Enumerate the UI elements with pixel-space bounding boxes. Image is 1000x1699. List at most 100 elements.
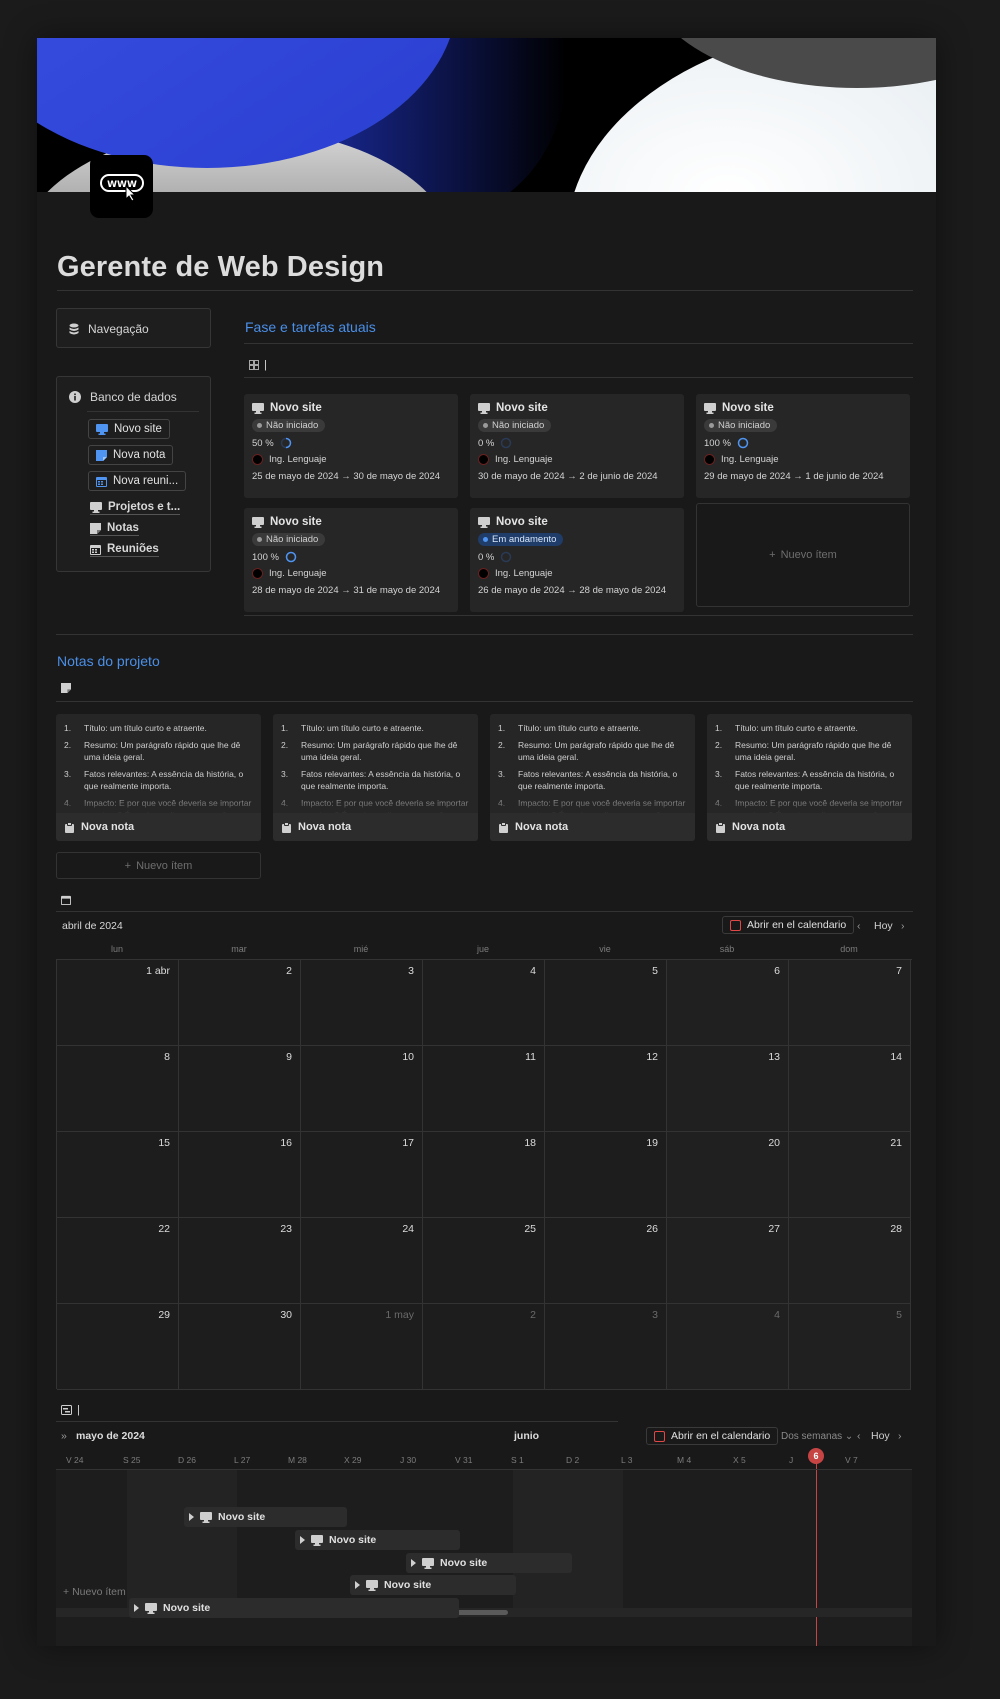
task-title: Novo site — [270, 402, 322, 414]
day-number: 6 — [774, 965, 780, 977]
calendar-day-cell[interactable]: 18 — [423, 1132, 545, 1218]
calendar-day-cell[interactable]: 4 — [423, 960, 545, 1046]
calendar-day-cell[interactable]: 20 — [667, 1132, 789, 1218]
title-divider — [57, 290, 913, 291]
expand-arrow-icon[interactable] — [411, 1559, 416, 1567]
avatar — [478, 568, 489, 579]
note-card[interactable]: 1. Título: um título curto e atraente. 2. R… — [490, 714, 695, 841]
progress-ring-icon — [280, 437, 291, 449]
clipboard-icon — [65, 821, 74, 833]
avatar — [252, 568, 263, 579]
timeline-view-tab[interactable]: | — [61, 1404, 80, 1416]
svg-text:WWW: WWW — [107, 180, 137, 190]
calendar-day-cell[interactable]: 23 — [179, 1218, 301, 1304]
calendar-day-cell[interactable]: 19 — [545, 1132, 667, 1218]
prev-month-icon[interactable]: ‹ — [857, 920, 861, 932]
note-card[interactable]: 1. Título: um título curto e atraente. 2. R… — [707, 714, 912, 841]
navigation-box[interactable]: Navegação — [56, 308, 211, 348]
calendar-day-cell[interactable]: 3 — [301, 960, 423, 1046]
cover-image[interactable] — [37, 38, 936, 192]
calendar-day-cell[interactable]: 24 — [301, 1218, 423, 1304]
notes-link[interactable]: Notas — [90, 522, 139, 536]
expand-arrow-icon[interactable] — [189, 1513, 194, 1521]
collapse-icon[interactable]: » — [61, 1430, 67, 1442]
calendar-day-cell[interactable]: 4 — [667, 1304, 789, 1390]
calendar-day-cell[interactable]: 15 — [57, 1132, 179, 1218]
new-note-item-button[interactable]: + Nuevo ítem — [56, 852, 261, 879]
calendar-day-cell[interactable]: 26 — [545, 1218, 667, 1304]
page-icon[interactable]: WWW — [90, 155, 153, 218]
projects-link[interactable]: Projetos e t... — [90, 501, 181, 515]
timeline-bar[interactable]: Novo site — [350, 1575, 516, 1595]
calendar-view-tab[interactable] — [61, 895, 71, 908]
calendar-day-cell[interactable]: 16 — [179, 1132, 301, 1218]
calendar-day-cell[interactable]: 9 — [179, 1046, 301, 1132]
calendar-day-cell[interactable]: 1 may — [301, 1304, 423, 1390]
assignee: Ing. Lenguaje — [252, 568, 450, 579]
timeline-today-button[interactable]: Hoy — [871, 1430, 890, 1442]
meetings-link[interactable]: Reuniões — [90, 543, 159, 557]
timeline-month-left: mayo de 2024 — [76, 1430, 145, 1442]
expand-arrow-icon[interactable] — [134, 1604, 139, 1612]
task-card[interactable]: Novo site Não iniciado 100 % Ing. Lengua… — [244, 508, 458, 612]
calendar-day-cell[interactable]: 5 — [545, 960, 667, 1046]
calendar-day-cell[interactable]: 11 — [423, 1046, 545, 1132]
next-period-icon[interactable]: › — [898, 1430, 902, 1442]
new-meeting-button[interactable]: Nova reuni... — [88, 471, 187, 491]
notes-view-tab[interactable] — [61, 683, 71, 696]
gallery-view-tab[interactable]: | — [249, 359, 267, 371]
today-button[interactable]: Hoy — [874, 920, 893, 932]
note-card[interactable]: 1. Título: um título curto e atraente. 2. R… — [56, 714, 261, 841]
timeline-bar[interactable]: Novo site — [406, 1553, 572, 1573]
calendar-day-cell[interactable]: 14 — [789, 1046, 911, 1132]
day-number: 13 — [768, 1051, 780, 1063]
new-task-card[interactable]: + Nuevo ítem — [696, 503, 910, 607]
task-card[interactable]: Novo site Não iniciado 50 % Ing. Lenguaj… — [244, 394, 458, 498]
calendar-day-cell[interactable]: 2 — [423, 1304, 545, 1390]
calendar-day-cell[interactable]: 7 — [789, 960, 911, 1046]
cover-art — [37, 38, 936, 192]
expand-arrow-icon[interactable] — [355, 1581, 360, 1589]
task-card[interactable]: Novo site Não iniciado 100 % Ing. Lengua… — [696, 394, 910, 498]
new-site-button[interactable]: Novo site — [88, 419, 170, 439]
prev-period-icon[interactable]: ‹ — [857, 1430, 861, 1442]
next-month-icon[interactable]: › — [901, 920, 905, 932]
note-list-item: 1. Título: um título curto e atraente. — [498, 723, 641, 733]
task-dates: 30 de mayo de 2024 → 2 de junio de 2024 — [478, 471, 658, 482]
task-card[interactable]: Novo site Em andamento 0 % Ing. Lenguaje… — [470, 508, 684, 612]
range-select[interactable]: Dos semanas ⌄ — [781, 1431, 853, 1442]
calendar-day-cell[interactable]: 13 — [667, 1046, 789, 1132]
new-note-button[interactable]: Nova nota — [88, 445, 174, 465]
calendar-day-cell[interactable]: 17 — [301, 1132, 423, 1218]
calendar-day-cell[interactable]: 8 — [57, 1046, 179, 1132]
calendar-day-cell[interactable]: 3 — [545, 1304, 667, 1390]
day-number: 29 — [158, 1309, 170, 1321]
calendar-day-cell[interactable]: 10 — [301, 1046, 423, 1132]
note-list-item: 2. Resumo: Um parágrafo rápido que lhe dê… — [281, 740, 458, 762]
note-card[interactable]: 1. Título: um título curto e atraente. 2. R… — [273, 714, 478, 841]
timeline-bar[interactable]: Novo site — [184, 1507, 347, 1527]
calendar-day-cell[interactable]: 6 — [667, 960, 789, 1046]
open-calendar-button[interactable]: Abrir en el calendario — [722, 916, 855, 934]
calendar-day-cell[interactable]: 1 abr — [57, 960, 179, 1046]
calendar-day-cell[interactable]: 22 — [57, 1218, 179, 1304]
calendar-day-cell[interactable]: 27 — [667, 1218, 789, 1304]
calendar-day-cell[interactable]: 29 — [57, 1304, 179, 1390]
calendar-day-cell[interactable]: 30 — [179, 1304, 301, 1390]
expand-arrow-icon[interactable] — [300, 1536, 305, 1544]
calendar-day-cell[interactable]: 12 — [545, 1046, 667, 1132]
task-card[interactable]: Novo site Não iniciado 0 % Ing. Lenguaje… — [470, 394, 684, 498]
timeline-day-label: X 29 — [344, 1455, 362, 1465]
calendar-day-cell[interactable]: 21 — [789, 1132, 911, 1218]
timeline-bar[interactable]: Novo site — [129, 1598, 459, 1618]
calendar-day-cell[interactable]: 2 — [179, 960, 301, 1046]
timeline-open-calendar-button[interactable]: Abrir en el calendario — [646, 1427, 779, 1445]
note-list-item: 1. Título: um título curto e atraente. — [281, 723, 424, 733]
timeline-bar[interactable]: Novo site — [295, 1530, 460, 1550]
calendar-day-cell[interactable]: 28 — [789, 1218, 911, 1304]
monitor-icon — [90, 501, 102, 513]
calendar-day-cell[interactable]: 25 — [423, 1218, 545, 1304]
calendar-day-cell[interactable]: 5 — [789, 1304, 911, 1390]
monitor-icon — [252, 402, 264, 414]
timeline-new-item[interactable]: + Nuevo ítem — [63, 1586, 126, 1598]
